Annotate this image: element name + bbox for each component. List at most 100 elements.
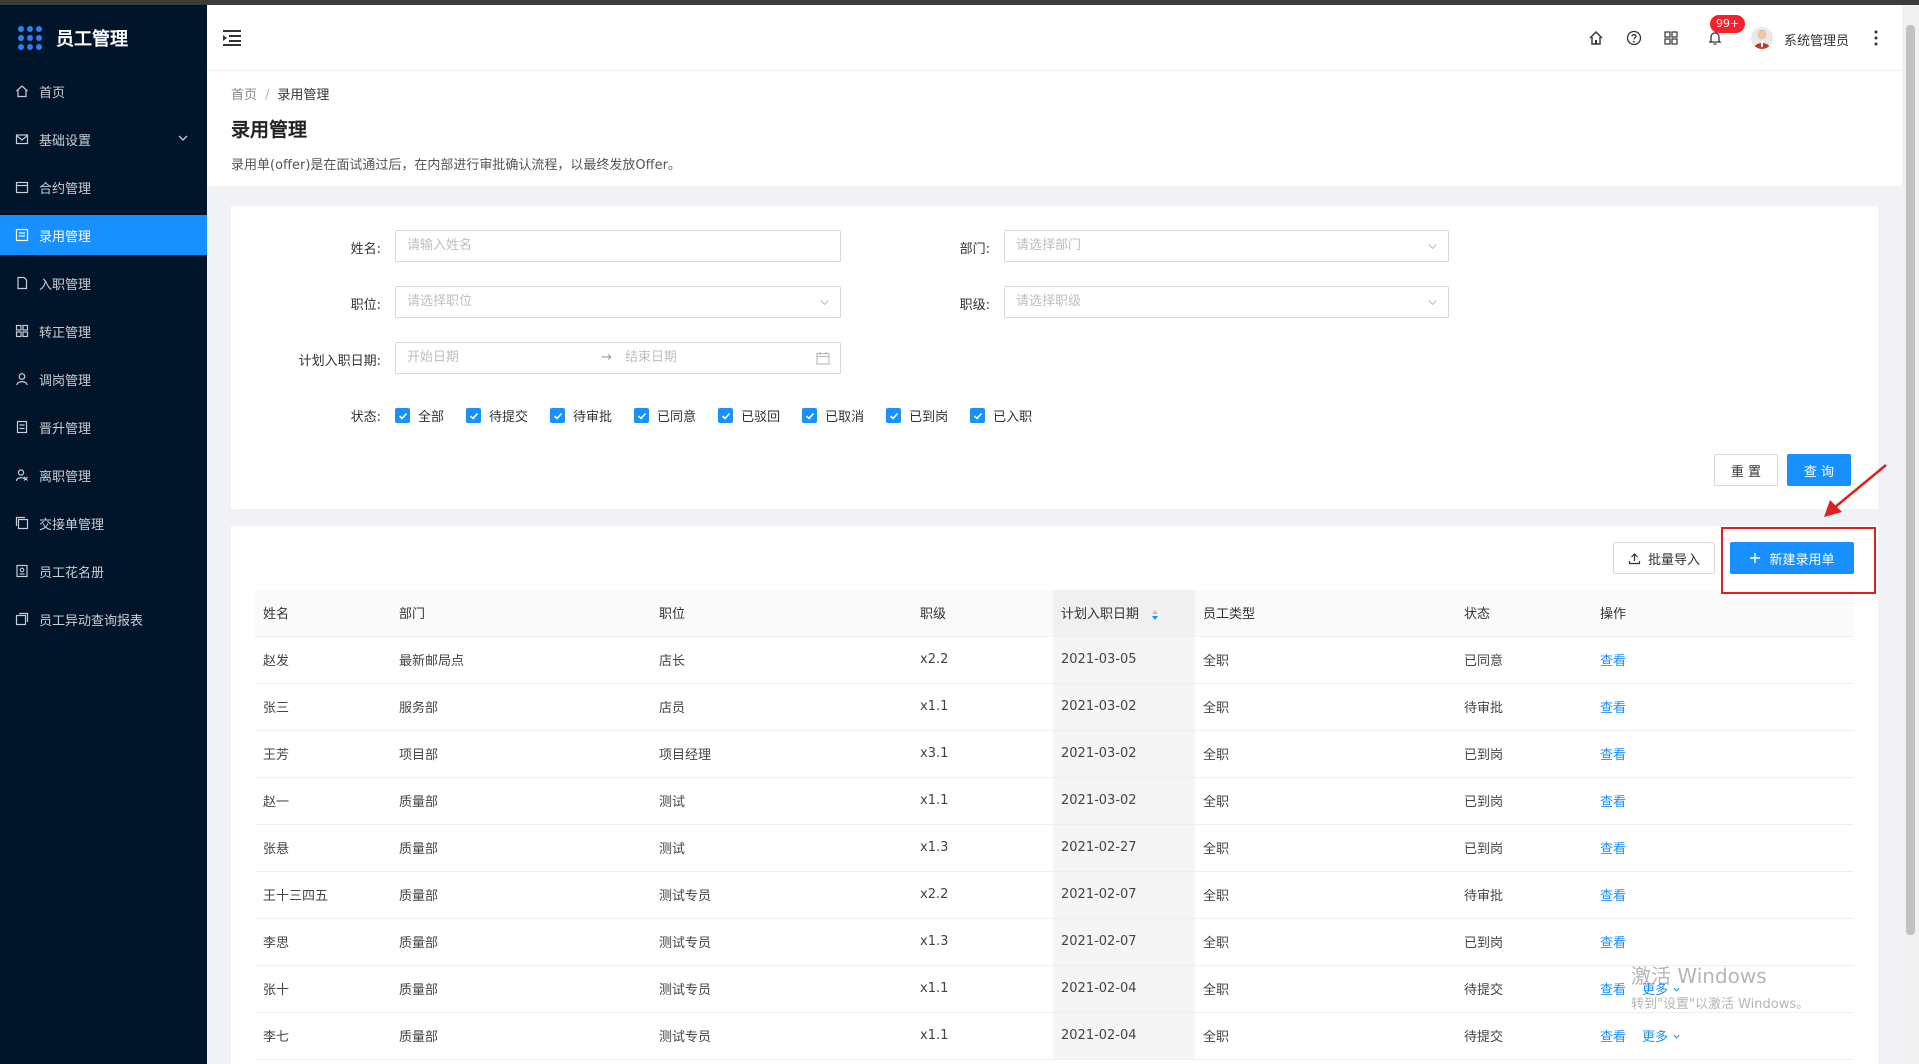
position-select[interactable]: 请选择职位 [395,286,841,318]
table-row: 李思 质量部 测试专员 x1.3 2021-02-07 全职 已到岗 查看 [255,918,1854,966]
date-end-placeholder[interactable]: 结束日期 [625,343,677,373]
chevron-down-icon [1673,1034,1680,1039]
app-logo[interactable]: 员工管理 [0,5,207,71]
more-dropdown[interactable]: 更多 [1642,1030,1681,1045]
status-checkbox-4[interactable]: 已同意 [634,406,696,425]
sidebar-item-label: 离职管理 [39,469,92,485]
name-input[interactable]: 请输入姓名 [395,230,841,262]
cell-actions: 查看 更多 [1592,1012,1854,1060]
filter-panel: 姓名: 请输入姓名 部门: 请选择部门 职位: 请选择职位 职级: 请选择职级 … [231,206,1878,509]
sort-icon[interactable] [1151,609,1159,621]
checkbox-checked-icon[interactable] [634,408,650,423]
cell-date: 2021-03-02 [1053,730,1195,778]
status-checkbox-2[interactable]: 待提交 [466,406,528,425]
sidebar-item-label: 合约管理 [39,181,92,197]
user-icon [15,372,29,386]
breadcrumb-home[interactable]: 首页 [231,88,257,103]
cell-status: 已同意 [1456,636,1592,684]
view-link[interactable]: 查看 [1600,936,1626,951]
apps-icon[interactable] [1663,30,1679,46]
menu-fold-icon[interactable] [223,29,243,47]
cell-name: 王芳 [255,730,391,778]
checkbox-checked-icon[interactable] [395,408,410,423]
username[interactable]: 系统管理员 [1784,30,1849,49]
cell-type: 全职 [1195,824,1456,872]
status-checkbox-1[interactable]: 全部 [395,406,444,425]
sidebar-item-3[interactable]: 合约管理 [0,167,207,207]
col-type: 员工类型 [1195,590,1456,637]
col-date[interactable]: 计划入职日期 [1053,590,1195,637]
checkbox-checked-icon[interactable] [718,408,734,423]
breadcrumb: 首页 / 录用管理 [231,88,330,103]
sidebar-item-9[interactable]: 离职管理 [0,455,207,495]
checkbox-checked-icon[interactable] [886,408,902,423]
level-select[interactable]: 请选择职级 [1004,286,1449,318]
reset-button[interactable]: 重 置 [1714,454,1778,486]
cell-dept: 服务部 [391,683,651,731]
view-link[interactable]: 查看 [1600,748,1626,763]
view-link[interactable]: 查看 [1600,842,1626,857]
help-icon[interactable] [1626,30,1642,46]
dept-select[interactable]: 请选择部门 [1004,230,1449,262]
status-label: 状态: [350,410,381,425]
position-select-placeholder: 请选择职位 [407,294,473,309]
view-link[interactable]: 查看 [1600,654,1626,669]
sidebar-item-label: 调岗管理 [39,373,92,389]
batch-import-button[interactable]: 批量导入 [1613,542,1715,574]
cell-dept: 质量部 [391,871,651,919]
status-checkbox-3[interactable]: 待审批 [550,406,612,425]
windows-activation-watermark: 激活 Windows 转到"设置"以激活 Windows。 [1631,960,1809,1012]
chevron-down-icon [820,300,829,306]
level-label: 职级: [959,298,990,313]
sidebar-item-8[interactable]: 晋升管理 [0,407,207,447]
cell-level: x1.3 [912,824,1053,872]
sidebar-item-7[interactable]: 调岗管理 [0,359,207,399]
table-row: 王十三四五 质量部 测试专员 x2.2 2021-02-07 全职 待审批 查看 [255,871,1854,919]
sidebar-item-5[interactable]: 入职管理 [0,263,207,303]
table-header-row: 姓名 部门 职位 职级 计划入职日期 员工类型 状态 操作 [255,590,1854,637]
view-link[interactable]: 查看 [1600,795,1626,810]
grid-icon [15,324,29,338]
status-checkbox-5[interactable]: 已驳回 [718,406,780,425]
table-row: 张悬 质量部 测试 x1.3 2021-02-27 全职 已到岗 查看 [255,824,1854,872]
more-vertical-icon[interactable] [1873,29,1879,47]
cell-position: 店长 [651,636,912,684]
cell-name: 张十 [255,965,391,1013]
breadcrumb-current: 录用管理 [277,88,330,103]
scroll-thumb[interactable] [1906,25,1915,935]
checkbox-checked-icon[interactable] [466,408,482,423]
cell-status: 已到岗 [1456,777,1592,825]
sidebar-item-12[interactable]: 员工异动查询报表 [0,599,207,639]
cell-type: 全职 [1195,1012,1456,1060]
view-link[interactable]: 查看 [1600,701,1626,716]
page-scrollbar[interactable] [1902,5,1919,1064]
status-checkbox-8[interactable]: 已入职 [970,406,1032,425]
view-link[interactable]: 查看 [1600,889,1626,904]
date-range-picker[interactable]: 开始日期 → 结束日期 [395,342,841,374]
sidebar-item-10[interactable]: 交接单管理 [0,503,207,543]
status-checkbox-6[interactable]: 已取消 [802,406,864,425]
view-link[interactable]: 查看 [1600,1030,1626,1045]
level-select-placeholder: 请选择职级 [1016,294,1082,309]
annotation-highlight-box [1721,527,1876,594]
name-label: 姓名: [350,242,381,257]
checkbox-checked-icon[interactable] [802,408,818,423]
sidebar-item-4[interactable]: 录用管理 [0,215,207,255]
cell-name: 张悬 [255,824,391,872]
avatar[interactable] [1751,27,1773,49]
sidebar-item-1[interactable]: 首页 [0,71,207,111]
cell-status: 已到岗 [1456,918,1592,966]
sidebar-item-6[interactable]: 转正管理 [0,311,207,351]
date-start-placeholder[interactable]: 开始日期 [407,350,459,365]
chevron-down-icon [1428,244,1437,250]
sidebar-item-label: 基础设置 [39,133,92,149]
status-checkbox-7[interactable]: 已到岗 [886,406,948,425]
sidebar-item-11[interactable]: 员工花名册 [0,551,207,591]
cell-status: 待审批 [1456,683,1592,731]
checkbox-checked-icon[interactable] [550,408,566,423]
leave-icon [15,468,29,482]
checkbox-checked-icon[interactable] [970,408,986,423]
home-icon[interactable] [1588,30,1604,46]
sidebar-item-2[interactable]: 基础设置 [0,119,207,159]
view-link[interactable]: 查看 [1600,983,1626,998]
